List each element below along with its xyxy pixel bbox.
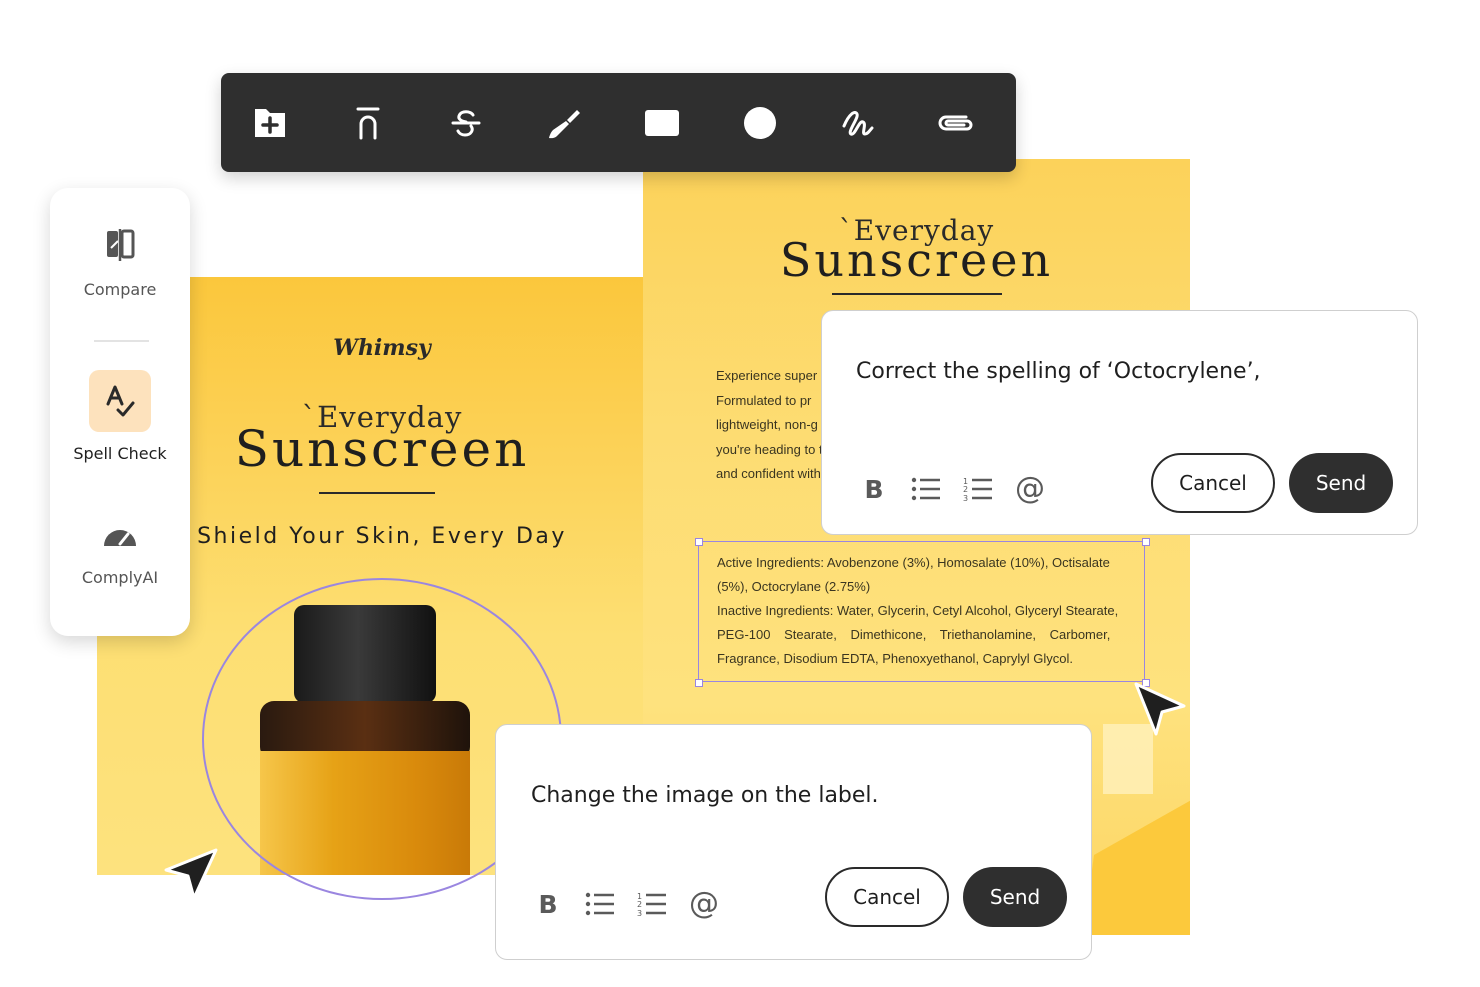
mention-button[interactable]: @ (1014, 473, 1046, 505)
comment-format-toolbar: B 123 @ (858, 473, 1046, 505)
bold-button[interactable]: B (532, 888, 564, 920)
selection-handle[interactable] (1142, 538, 1150, 546)
compare-label: Compare (83, 280, 157, 299)
brush-icon[interactable] (539, 98, 589, 148)
numbered-list-icon[interactable]: 123 (962, 473, 994, 505)
cancel-button[interactable]: Cancel (1151, 453, 1275, 513)
bold-button[interactable]: B (858, 473, 890, 505)
ingredients-selection-box[interactable]: Active Ingredients: Avobenzone (3%), Hom… (698, 541, 1145, 682)
paragraph-line: lightweight, non-g (716, 417, 818, 432)
rectangle-icon[interactable] (637, 98, 687, 148)
strikethrough-icon[interactable] (441, 98, 491, 148)
comment-popup-spelling: Correct the spelling of ‘Octocrylene’, B… (821, 310, 1418, 535)
ingredients-line: PEG-100 Stearate, Dimethicone, Triethano… (717, 627, 1111, 642)
ingredients-line: Inactive Ingredients: Water, Glycerin, C… (717, 603, 1119, 618)
selection-handle[interactable] (695, 679, 703, 687)
send-button[interactable]: Send (1289, 453, 1393, 513)
bullet-list-icon[interactable] (584, 888, 616, 920)
spell-check-label: Spell Check (73, 444, 167, 463)
side-panel-divider (94, 340, 149, 342)
numbered-list-icon[interactable]: 123 (636, 888, 668, 920)
paragraph-line: you're heading to t (716, 441, 823, 457)
paragraph-line: Experience super (716, 368, 818, 383)
paragraph-line: Formulated to pr (716, 392, 812, 408)
comment-message: Correct the spelling of ‘Octocrylene’, (856, 359, 1261, 384)
spell-check-button[interactable]: Spell Check (50, 370, 190, 463)
bullet-list-icon[interactable] (910, 473, 942, 505)
label-decoration (1083, 799, 1190, 935)
complyai-button[interactable]: ComplyAI (50, 518, 190, 587)
compare-button[interactable]: Compare (50, 228, 190, 299)
ingredients-line: Fragrance, Disodium EDTA, Phenoxyethanol… (717, 651, 1073, 666)
title-divider (832, 293, 1002, 295)
svg-text:2: 2 (637, 900, 642, 909)
circle-icon[interactable] (735, 98, 785, 148)
comment-popup-image: Change the image on the label. B 123 @ C… (495, 724, 1092, 960)
label-title-big: Sunscreen (779, 233, 1054, 287)
description-paragraph: Experience super Formulated to pr lightw… (716, 364, 826, 487)
comment-format-toolbar: B 123 @ (532, 888, 720, 920)
title-divider (319, 492, 435, 494)
compare-icon (107, 229, 135, 261)
send-button[interactable]: Send (963, 867, 1067, 927)
attachment-icon[interactable] (931, 98, 981, 148)
cursor-pointer-icon (1134, 682, 1186, 736)
comment-message: Change the image on the label. (531, 783, 879, 808)
spell-check-highlight (89, 370, 151, 432)
cancel-button[interactable]: Cancel (825, 867, 949, 927)
annotation-toolbar (221, 73, 1016, 172)
mention-button[interactable]: @ (688, 888, 720, 920)
cursor-pointer-icon (164, 848, 218, 900)
signature-icon[interactable] (833, 98, 883, 148)
gauge-icon (104, 530, 136, 546)
add-page-icon[interactable] (245, 98, 295, 148)
overline-icon[interactable] (343, 98, 393, 148)
paragraph-line: and confident with (716, 466, 821, 481)
svg-text:3: 3 (637, 909, 642, 917)
complyai-label: ComplyAI (81, 568, 159, 587)
spell-check-icon (106, 385, 135, 417)
svg-text:3: 3 (963, 494, 968, 502)
ingredients-line: (5%), Octocrylane (2.75%) (717, 579, 871, 594)
ingredients-line: Active Ingredients: Avobenzone (3%), Hom… (717, 555, 1110, 570)
tools-side-panel: Compare Spell Check ComplyAI (50, 188, 190, 636)
svg-text:2: 2 (963, 485, 968, 494)
selection-handle[interactable] (695, 538, 703, 546)
